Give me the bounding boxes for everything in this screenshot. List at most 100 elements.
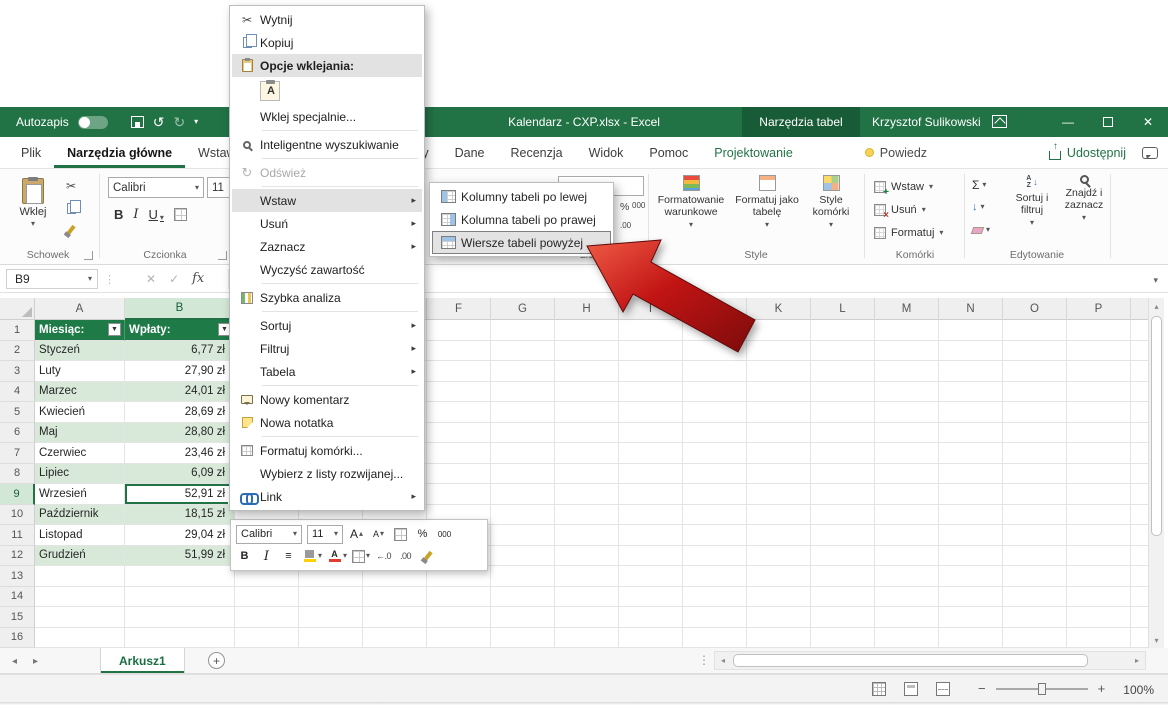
row-header-15[interactable]: 15	[0, 607, 35, 628]
cell-O10[interactable]	[1003, 505, 1067, 526]
cell-L13[interactable]	[811, 566, 875, 587]
share-button[interactable]: Udostępnij	[1049, 146, 1126, 160]
cell-P8[interactable]	[1067, 464, 1131, 485]
cell-K5[interactable]	[747, 402, 811, 423]
ribbon-tab-powiedz[interactable]: Powiedz	[852, 137, 940, 168]
cell-B7[interactable]: 23,46 zł	[125, 443, 235, 464]
horizontal-scrollbar[interactable]: ◂ ▸	[714, 651, 1146, 670]
row-header-14[interactable]: 14	[0, 587, 35, 608]
format-as-table-button[interactable]: Formatuj jako tabelę ▾	[730, 175, 804, 229]
row-header-1[interactable]: 1	[0, 320, 35, 341]
insert-function-icon[interactable]: fx	[192, 271, 204, 286]
cell-F1[interactable]	[427, 320, 491, 341]
cell-H8[interactable]	[555, 464, 619, 485]
cell-L7[interactable]	[811, 443, 875, 464]
mini-percent-button[interactable]: %	[414, 525, 431, 544]
column-header-P[interactable]: P	[1067, 298, 1131, 320]
menu-item-filtruj[interactable]: Filtruj▸	[232, 337, 422, 360]
zoom-slider[interactable]	[996, 688, 1088, 690]
cell-H9[interactable]	[555, 484, 619, 505]
borders-button[interactable]	[174, 208, 187, 221]
cell-M9[interactable]	[875, 484, 939, 505]
cell-P10[interactable]	[1067, 505, 1131, 526]
cell-O9[interactable]	[1003, 484, 1067, 505]
cell-I7[interactable]	[619, 443, 683, 464]
menu-item-nowy-komentarz[interactable]: Nowy komentarz	[232, 388, 422, 411]
cell-M4[interactable]	[875, 382, 939, 403]
cell-K4[interactable]	[747, 382, 811, 403]
cell-H11[interactable]	[555, 525, 619, 546]
cell-P16[interactable]	[1067, 628, 1131, 649]
menu-item-wytnij[interactable]: ✂Wytnij	[232, 8, 422, 31]
row-header-12[interactable]: 12	[0, 546, 35, 567]
mini-thousands-button[interactable]: 000	[436, 525, 453, 544]
cell-K16[interactable]	[747, 628, 811, 649]
cell-A3[interactable]: Luty	[35, 361, 125, 382]
font-name-combo[interactable]: Calibri ▾	[108, 177, 204, 198]
cell-F6[interactable]	[427, 423, 491, 444]
scroll-right-icon[interactable]: ▸	[1129, 652, 1145, 669]
menu-item-inteligentne-wyszukiwanie[interactable]: Inteligentne wyszukiwanie	[232, 133, 422, 156]
cell-B14[interactable]	[125, 587, 235, 608]
cell-C15[interactable]	[235, 607, 299, 628]
feedback-comment-icon[interactable]	[1142, 147, 1158, 159]
column-header-B[interactable]: B	[125, 298, 235, 320]
cell-M2[interactable]	[875, 341, 939, 362]
cell-M10[interactable]	[875, 505, 939, 526]
menu-item-sortuj[interactable]: Sortuj▸	[232, 314, 422, 337]
clipboard-dialog-launcher[interactable]	[84, 251, 93, 260]
find-select-button[interactable]: Znajdź i zaznacz ▾	[1058, 175, 1110, 222]
cell-A13[interactable]	[35, 566, 125, 587]
tab-splitter-handle[interactable]: ⋮	[698, 653, 710, 667]
mini-format-painter-button[interactable]	[392, 525, 409, 544]
cell-E16[interactable]	[363, 628, 427, 649]
cell-P15[interactable]	[1067, 607, 1131, 628]
row-header-5[interactable]: 5	[0, 402, 35, 423]
cell-J7[interactable]	[683, 443, 747, 464]
cell-O16[interactable]	[1003, 628, 1067, 649]
cell-D15[interactable]	[299, 607, 363, 628]
cell-A4[interactable]: Marzec	[35, 382, 125, 403]
cell-N4[interactable]	[939, 382, 1003, 403]
sheet-nav-right-icon[interactable]: ▸	[33, 656, 38, 667]
cell-I6[interactable]	[619, 423, 683, 444]
column-header-N[interactable]: N	[939, 298, 1003, 320]
cell-L8[interactable]	[811, 464, 875, 485]
sort-filter-button[interactable]: AZ ↓ Sortuj i filtruj ▾	[1006, 175, 1058, 227]
save-icon[interactable]	[131, 116, 144, 128]
cell-F8[interactable]	[427, 464, 491, 485]
column-header-L[interactable]: L	[811, 298, 875, 320]
cell-F15[interactable]	[427, 607, 491, 628]
scroll-down-icon[interactable]: ▾	[1149, 632, 1164, 648]
delete-cells-button[interactable]: Usuń ▾	[874, 200, 962, 220]
zoom-slider-handle[interactable]	[1038, 683, 1046, 695]
cell-B6[interactable]: 28,80 zł	[125, 423, 235, 444]
cell-B15[interactable]	[125, 607, 235, 628]
mini-align-button[interactable]: ≡	[280, 547, 297, 566]
cell-B16[interactable]	[125, 628, 235, 649]
cell-O15[interactable]	[1003, 607, 1067, 628]
mini-font-color-button[interactable]: A▾	[327, 547, 347, 566]
cell-I14[interactable]	[619, 587, 683, 608]
cell-I12[interactable]	[619, 546, 683, 567]
cell-H16[interactable]	[555, 628, 619, 649]
ribbon-tab-narzedzia-glowne[interactable]: Narzędzia główne	[54, 137, 185, 168]
cell-G11[interactable]	[491, 525, 555, 546]
cell-M11[interactable]	[875, 525, 939, 546]
cell-C14[interactable]	[235, 587, 299, 608]
cell-G13[interactable]	[491, 566, 555, 587]
cell-M14[interactable]	[875, 587, 939, 608]
column-header-M[interactable]: M	[875, 298, 939, 320]
bold-button[interactable]: B	[114, 207, 123, 222]
cell-I10[interactable]	[619, 505, 683, 526]
cell-P1[interactable]	[1067, 320, 1131, 341]
cell-L10[interactable]	[811, 505, 875, 526]
sheet-tab-arkusz1[interactable]: Arkusz1	[100, 648, 185, 673]
ribbon-display-options-icon[interactable]	[992, 115, 1007, 128]
conditional-formatting-button[interactable]: Formatowanie warunkowe ▾	[654, 175, 728, 229]
format-painter-button[interactable]	[60, 221, 82, 239]
cell-L14[interactable]	[811, 587, 875, 608]
cell-L15[interactable]	[811, 607, 875, 628]
cell-J8[interactable]	[683, 464, 747, 485]
cell-B12[interactable]: 51,99 zł	[125, 546, 235, 567]
